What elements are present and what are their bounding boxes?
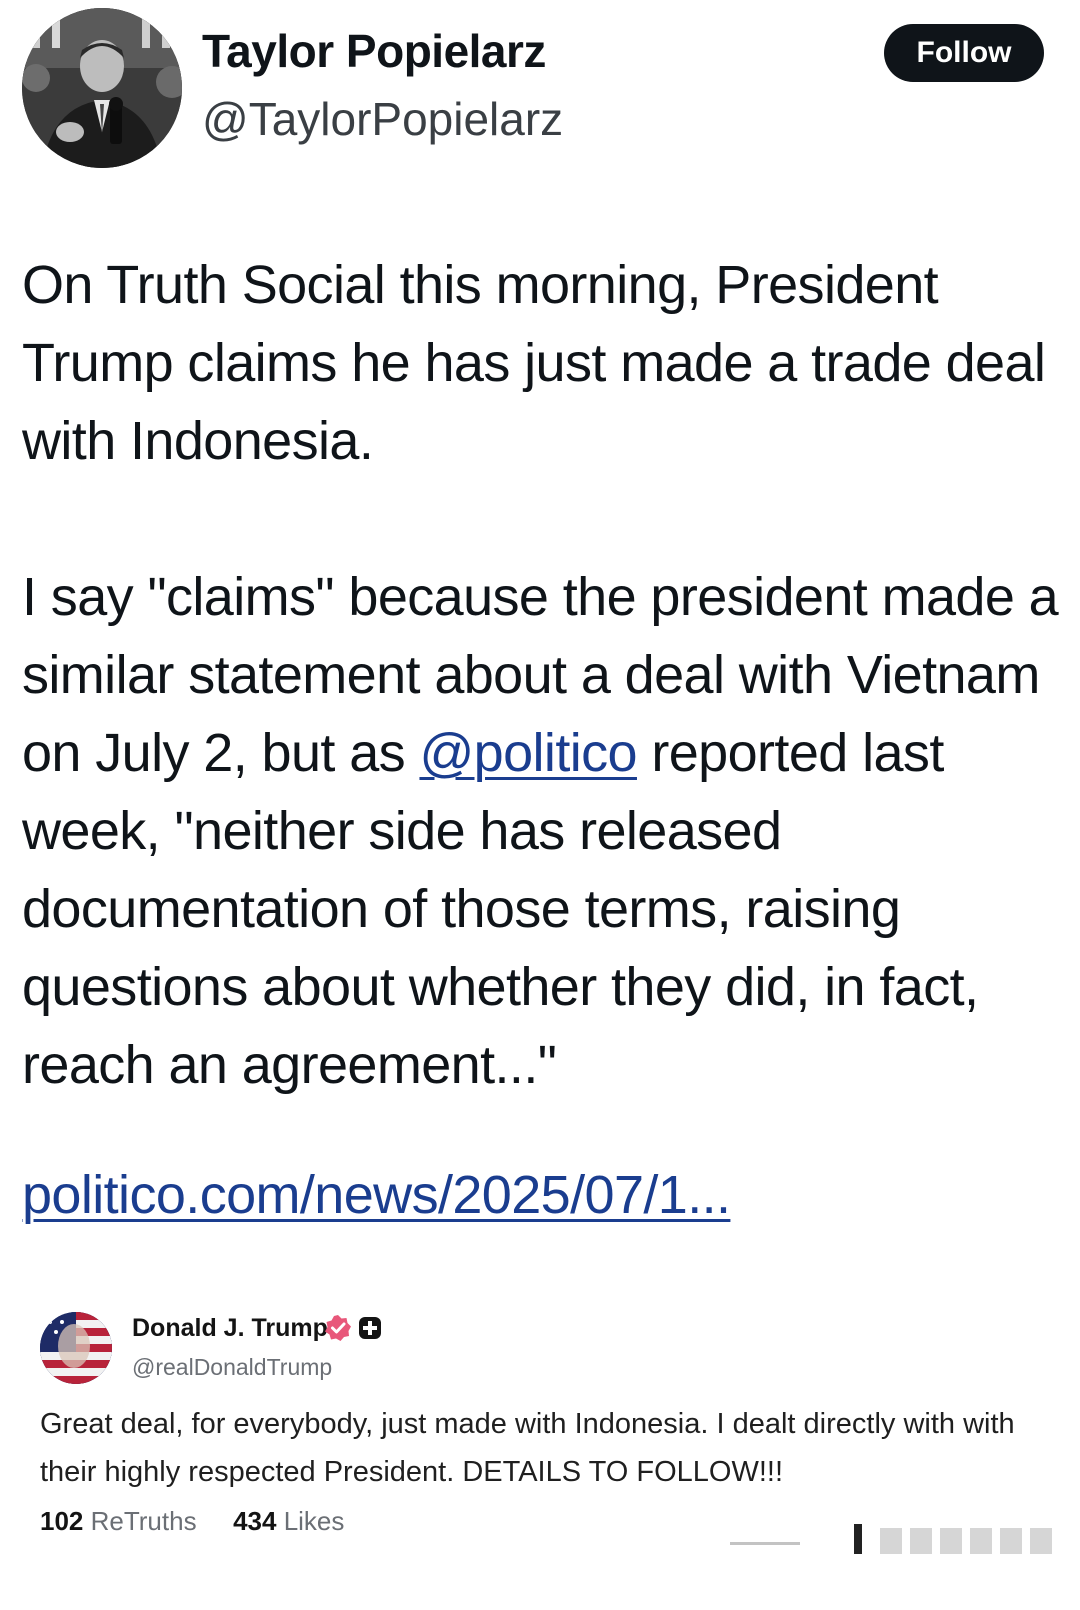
- embed-author-name[interactable]: Donald J. Trump: [132, 1314, 328, 1343]
- post-header: Taylor Popielarz @TaylorPopielarz Follow: [0, 0, 1080, 180]
- author-name[interactable]: Taylor Popielarz: [202, 24, 546, 78]
- retruths-count: 102: [40, 1506, 84, 1536]
- tweet-body: On Truth Social this morning, President …: [22, 246, 1062, 1104]
- author-avatar[interactable]: [22, 8, 182, 168]
- profile-photo-icon: [22, 8, 182, 168]
- flag-portrait-icon: [40, 1312, 112, 1384]
- retruths-label[interactable]: ReTruths: [91, 1506, 197, 1536]
- author-handle[interactable]: @TaylorPopielarz: [202, 92, 563, 146]
- politico-mention-link[interactable]: @politico: [419, 723, 637, 783]
- tweet-paragraph-2: I say "claims" because the president mad…: [22, 558, 1062, 1104]
- tweet-paragraph-1: On Truth Social this morning, President …: [22, 255, 1046, 471]
- plus-badge-icon: [359, 1317, 381, 1339]
- politico-article-link[interactable]: politico.com/news/2025/07/1...: [22, 1156, 731, 1234]
- likes-label[interactable]: Likes: [284, 1506, 345, 1536]
- embed-author-handle[interactable]: @realDonaldTrump: [132, 1354, 332, 1381]
- embed-stats: 102 ReTruths 434 Likes: [40, 1506, 344, 1537]
- watermark-icon: [730, 1524, 1052, 1554]
- follow-button[interactable]: Follow: [884, 24, 1044, 82]
- likes-count: 434: [233, 1506, 277, 1536]
- verified-badge-icon: [325, 1315, 351, 1341]
- embedded-truth-post[interactable]: Donald J. Trump @realDonaldTrump Great d…: [0, 1300, 1080, 1610]
- embed-post-text: Great deal, for everybody, just made wit…: [40, 1408, 1015, 1488]
- embed-author-avatar[interactable]: [40, 1312, 112, 1384]
